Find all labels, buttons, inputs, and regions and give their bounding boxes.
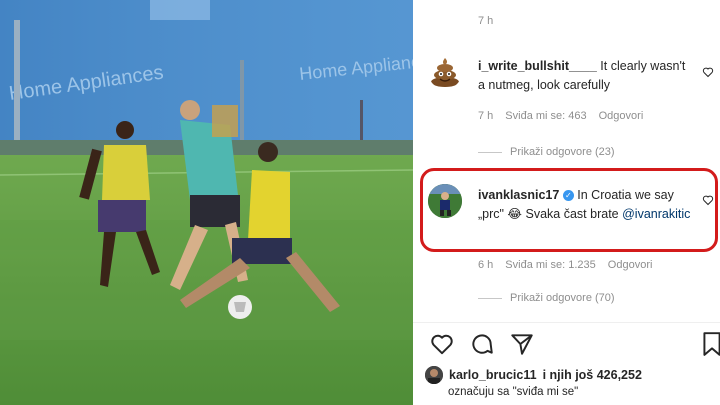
liker-avatar: [425, 366, 443, 384]
divider: [413, 322, 720, 323]
heart-icon[interactable]: [429, 331, 455, 357]
reply-button[interactable]: Odgovori: [608, 259, 653, 271]
avatar[interactable]: [428, 55, 462, 89]
comment-username[interactable]: i_write_bullshit____: [478, 59, 597, 73]
comment-text: ivanklasnic17 ✓ In Croatia we say „prc" …: [478, 186, 694, 224]
comment-icon[interactable]: [469, 331, 495, 357]
likes-count[interactable]: i njih još 426,252: [543, 368, 642, 382]
liker-username[interactable]: karlo_brucic11: [449, 368, 537, 382]
view-replies-button[interactable]: Prikaži odgovore (70): [478, 292, 615, 304]
view-replies-label: Prikaži odgovore (70): [510, 292, 615, 304]
comment-meta: 7 h Sviđa mi se: 463 Odgovori: [478, 110, 643, 122]
time-label: 7 h: [478, 15, 494, 27]
comment-meta: 6 h Sviđa mi se: 1.235 Odgovori: [478, 259, 652, 271]
verified-badge-icon: ✓: [562, 190, 574, 201]
avatar[interactable]: [428, 184, 462, 218]
replies-dash: [478, 151, 502, 153]
likes-summary[interactable]: karlo_brucic11 i njih još 426,252: [425, 366, 642, 384]
comment-like-heart-icon[interactable]: [702, 194, 714, 206]
view-replies-label: Prikaži odgovore (23): [510, 146, 615, 158]
view-replies-button[interactable]: Prikaži odgovore (23): [478, 146, 615, 158]
comment-time: 7 h: [478, 110, 494, 122]
post-action-bar: [425, 331, 720, 359]
poop-emoji-icon: [431, 58, 459, 87]
comment-likes[interactable]: Sviđa mi se: 463: [505, 110, 586, 122]
comment-text: i_write_bullshit____ It clearly wasn't a…: [478, 57, 694, 95]
comment-time: 6 h: [478, 259, 494, 271]
mention-link[interactable]: @ivanrakitic: [622, 207, 690, 221]
training-scene: Home Appliances Home Appliances: [0, 0, 413, 405]
post-timestamp: 7 h: [478, 15, 493, 27]
bookmark-icon[interactable]: [701, 331, 720, 357]
comment-likes[interactable]: Sviđa mi se: 1.235: [505, 259, 596, 271]
reply-button[interactable]: Odgovori: [599, 110, 644, 122]
comment-like-heart-icon[interactable]: [702, 66, 714, 78]
likes-subtext: označuju sa "sviđa mi se": [448, 386, 579, 398]
send-icon[interactable]: [509, 331, 535, 357]
football-player-avatar: [428, 184, 462, 218]
replies-dash: [478, 297, 502, 299]
video-frame[interactable]: Home Appliances Home Appliances: [0, 0, 413, 405]
comment-username[interactable]: ivanklasnic17: [478, 188, 559, 202]
